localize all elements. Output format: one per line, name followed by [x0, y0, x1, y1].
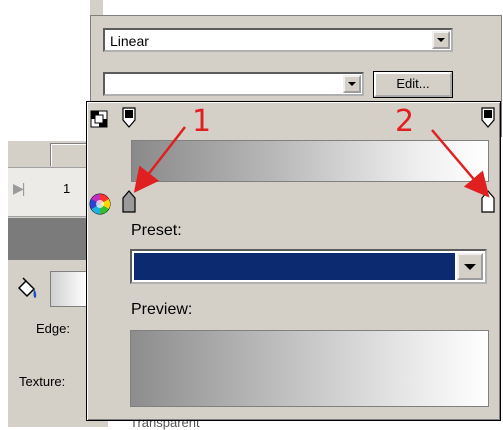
fill-type-value: Linear [110, 33, 149, 49]
annotation-number-1: 1 [192, 104, 212, 139]
frame-number: 1 [63, 181, 71, 196]
chevron-down-icon[interactable] [432, 31, 450, 49]
preset-dropdown[interactable] [130, 249, 487, 284]
left-panel-top [8, 0, 90, 140]
swap-colors-icon[interactable] [90, 110, 108, 128]
edit-button[interactable]: Edit... [373, 71, 453, 98]
secondary-dropdown[interactable] [103, 72, 364, 96]
annotation-number-2: 2 [395, 104, 415, 139]
color-wheel-icon[interactable] [88, 192, 112, 216]
preview-label: Preview: [131, 301, 193, 318]
color-stop-left-icon[interactable] [121, 190, 137, 214]
paint-bucket-icon[interactable] [14, 276, 40, 302]
gradient-preview [130, 330, 489, 407]
fill-type-dropdown[interactable]: Linear [103, 28, 453, 52]
edge-label: Edge: [36, 321, 70, 336]
gradient-stop-marker-icon[interactable] [480, 107, 496, 129]
chevron-down-icon[interactable] [457, 253, 483, 280]
chevron-down-icon[interactable] [343, 75, 361, 93]
step-forward-icon[interactable]: ▶| [13, 180, 25, 197]
gradient-stop-marker-icon[interactable] [121, 107, 137, 129]
preset-color-value [134, 253, 455, 280]
gradient-bar[interactable] [131, 140, 489, 182]
texture-label: Texture: [19, 374, 66, 389]
preset-label: Preset: [131, 222, 182, 239]
color-stop-right-icon[interactable] [480, 190, 496, 214]
fill-color-swatch[interactable] [50, 271, 88, 307]
